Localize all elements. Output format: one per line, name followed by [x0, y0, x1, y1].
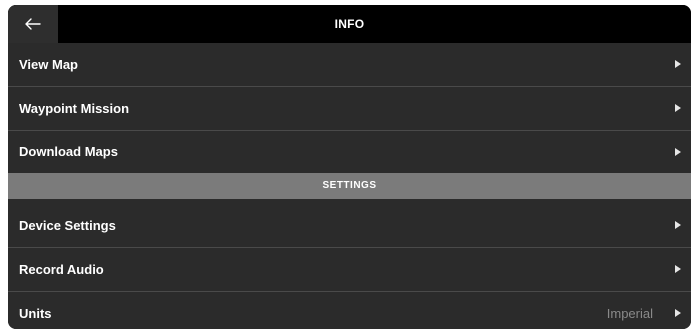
chevron-right-icon [675, 60, 681, 68]
chevron-right-icon [675, 221, 681, 229]
menu-item-label: View Map [19, 57, 79, 72]
settings-item-label: Record Audio [19, 262, 104, 277]
settings-item-label: Units [19, 306, 52, 321]
settings-item-label: Device Settings [19, 218, 116, 233]
chevron-right-icon [675, 265, 681, 273]
units-value: Imperial [606, 306, 653, 321]
menu-item-download-maps[interactable]: Download Maps [8, 131, 691, 173]
menu-item-label: Waypoint Mission [19, 101, 130, 116]
chevron-right-icon [675, 104, 681, 112]
menu-item-waypoint-mission[interactable]: Waypoint Mission [8, 87, 691, 131]
chevron-right-icon [675, 148, 681, 156]
back-button[interactable] [8, 5, 58, 43]
arrow-left-icon [25, 18, 41, 30]
page-title: INFO [334, 17, 365, 31]
info-screen: INFO View Map Waypoint Mission Download … [8, 5, 691, 329]
chevron-right-icon [675, 309, 681, 317]
menu-item-view-map[interactable]: View Map [8, 43, 691, 87]
menu-item-label: Download Maps [19, 144, 118, 159]
settings-item-device-settings[interactable]: Device Settings [8, 204, 691, 248]
top-bar: INFO [8, 5, 691, 43]
settings-item-record-audio[interactable]: Record Audio [8, 248, 691, 292]
settings-item-units[interactable]: Units Imperial [8, 292, 691, 329]
settings-section-header: SETTINGS [8, 173, 691, 199]
